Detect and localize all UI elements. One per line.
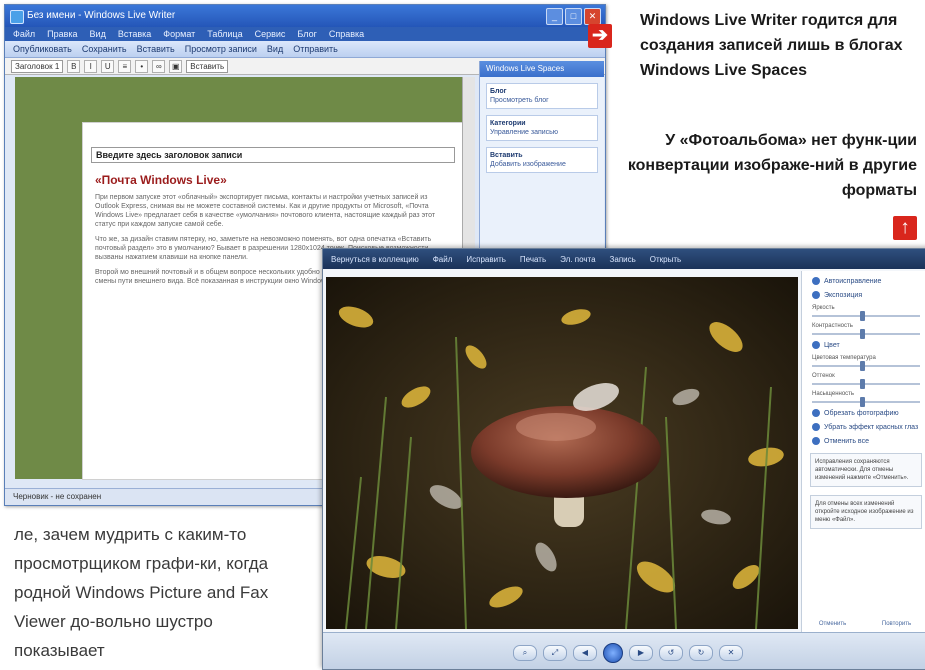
link-button[interactable]: ∞ xyxy=(152,59,166,73)
previous-button[interactable]: ◀ xyxy=(573,645,597,661)
sidebar-header: Windows Live Spaces xyxy=(480,61,604,77)
contrast-slider[interactable] xyxy=(812,329,920,339)
menu-table[interactable]: Таблица xyxy=(207,29,242,39)
menu-view[interactable]: Вид xyxy=(90,29,106,39)
fix-pane-footer: Отменить Повторить xyxy=(801,617,925,631)
undo-icon xyxy=(812,437,820,445)
add-picture-link[interactable]: Добавить изображение xyxy=(490,160,594,169)
insert-dropdown[interactable]: Вставить xyxy=(186,59,229,73)
email-button[interactable]: Эл. почта xyxy=(560,255,595,264)
sidebar-categories-panel: Категории Управление записью xyxy=(486,115,598,141)
caption-wlw: Windows Live Writer годится для создания… xyxy=(640,12,903,79)
delete-icon[interactable]: ✕ xyxy=(719,645,743,661)
rotate-left-icon[interactable]: ↺ xyxy=(659,645,683,661)
gallery-toolbar: Вернуться в коллекцию Файл Исправить Печ… xyxy=(323,249,925,269)
fix-pane: Автоисправление Экспозиция Яркость Контр… xyxy=(801,271,925,641)
fix-button[interactable]: Исправить xyxy=(466,255,506,264)
maximize-button[interactable]: □ xyxy=(565,8,582,25)
view-button[interactable]: Вид xyxy=(267,44,283,54)
exposure-button[interactable]: Экспозиция xyxy=(802,285,925,299)
redeye-button[interactable]: Убрать эффект красных глаз xyxy=(802,417,925,431)
wlw-command-bar: Опубликовать Сохранить Вставить Просмотр… xyxy=(5,41,605,58)
open-menu[interactable]: Открыть xyxy=(650,255,681,264)
sun-icon xyxy=(812,291,820,299)
caption-gallery: У «Фотоальбома» нет функ-ции конвертации… xyxy=(627,132,917,199)
sidebar-insert-panel: Вставить Добавить изображение xyxy=(486,147,598,173)
print-menu[interactable]: Печать xyxy=(520,255,546,264)
preview-button[interactable]: Просмотр записи xyxy=(185,44,257,54)
minimize-button[interactable]: _ xyxy=(546,8,563,25)
arrow-right-icon: ➔ xyxy=(588,24,612,48)
fit-icon[interactable]: ⤢ xyxy=(543,645,567,661)
wand-icon xyxy=(812,277,820,285)
publish-button[interactable]: Опубликовать xyxy=(13,44,72,54)
brightness-slider[interactable] xyxy=(812,311,920,321)
bold-button[interactable]: B xyxy=(67,59,81,73)
menu-file[interactable]: Файл xyxy=(13,29,35,39)
tint-slider[interactable] xyxy=(812,379,920,389)
undo-all-button[interactable]: Отменить все xyxy=(802,431,925,445)
rotate-right-icon[interactable]: ↻ xyxy=(689,645,713,661)
burn-menu[interactable]: Запись xyxy=(610,255,636,264)
menu-tools[interactable]: Сервис xyxy=(255,29,286,39)
zoom-icon[interactable]: ⌕ xyxy=(513,645,537,661)
menu-insert[interactable]: Вставка xyxy=(118,29,151,39)
fix-note-1: Исправления сохраняются автоматически. Д… xyxy=(810,453,922,487)
wlw-titlebar[interactable]: Без имени - Windows Live Writer _ □ ✕ xyxy=(5,5,605,27)
align-left-button[interactable]: ≡ xyxy=(118,59,132,73)
arrow-up-icon: ↑ xyxy=(893,216,917,240)
back-to-gallery-button[interactable]: Вернуться в коллекцию xyxy=(331,255,419,264)
wlw-window-title: Без имени - Windows Live Writer xyxy=(27,10,176,21)
temperature-label: Цветовая температура xyxy=(812,355,876,361)
categories-panel-title: Категории xyxy=(490,120,526,127)
sidebar-blog-panel: Блог Просмотреть блог xyxy=(486,83,598,109)
wlw-menu-bar: Файл Правка Вид Вставка Формат Таблица С… xyxy=(5,27,605,41)
list-button[interactable]: • xyxy=(135,59,149,73)
insert-button[interactable]: Вставить xyxy=(137,44,175,54)
next-button[interactable]: ▶ xyxy=(629,645,653,661)
brightness-label: Яркость xyxy=(812,305,835,311)
file-menu[interactable]: Файл xyxy=(433,255,453,264)
menu-help[interactable]: Справка xyxy=(329,29,364,39)
fix-note-2: Для отмены всех изменений откройте исход… xyxy=(810,495,922,529)
send-button[interactable]: Отправить xyxy=(293,44,338,54)
view-blog-link[interactable]: Просмотреть блог xyxy=(490,96,594,105)
photo-gallery-window: Вернуться в коллекцию Файл Исправить Печ… xyxy=(322,248,925,670)
post-title-input[interactable]: Введите здесь заголовок записи xyxy=(91,147,455,163)
saturation-slider[interactable] xyxy=(812,397,920,407)
color-icon xyxy=(812,341,820,349)
gallery-navigation-bar: ⌕ ⤢ ◀ ▶ ↺ ↻ ✕ xyxy=(323,632,925,669)
manage-post-link[interactable]: Управление записью xyxy=(490,128,594,137)
article-body-text: ле, зачем мудрить с каким-то просмотрщик… xyxy=(14,525,269,660)
picture-icon[interactable]: ▣ xyxy=(169,59,183,73)
paragraph-style-select[interactable]: Заголовок 1 xyxy=(11,59,64,73)
undo-link[interactable]: Отменить xyxy=(819,621,846,627)
wlw-app-icon xyxy=(10,10,24,24)
slideshow-button[interactable] xyxy=(603,643,623,663)
temperature-slider[interactable] xyxy=(812,361,920,371)
eye-icon xyxy=(812,423,820,431)
crop-icon xyxy=(812,409,820,417)
menu-edit[interactable]: Правка xyxy=(47,29,77,39)
mushroom-photo[interactable] xyxy=(326,277,798,629)
blog-panel-title: Блог xyxy=(490,88,507,95)
insert-panel-title: Вставить xyxy=(490,152,523,159)
close-button[interactable]: ✕ xyxy=(584,8,601,25)
post-heading[interactable]: «Почта Windows Live» xyxy=(95,173,451,187)
mushroom-photo-image xyxy=(326,277,798,629)
underline-button[interactable]: U xyxy=(101,59,115,73)
save-button[interactable]: Сохранить xyxy=(82,44,127,54)
auto-adjust-button[interactable]: Автоисправление xyxy=(802,271,925,285)
italic-button[interactable]: I xyxy=(84,59,98,73)
menu-format[interactable]: Формат xyxy=(163,29,195,39)
menu-blog[interactable]: Блог xyxy=(297,29,316,39)
redo-link[interactable]: Повторить xyxy=(882,621,911,627)
post-paragraph[interactable]: При первом запуске этот «облачный» экспо… xyxy=(95,193,451,229)
